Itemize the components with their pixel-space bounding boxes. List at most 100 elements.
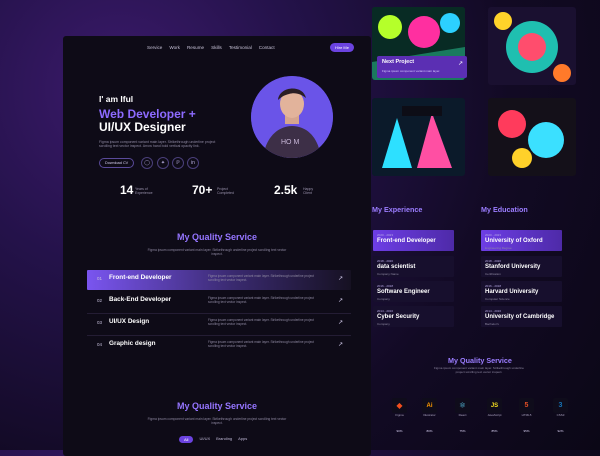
skill-percent: 95% [523, 429, 530, 433]
arrow-icon[interactable]: ↗ [338, 275, 343, 282]
hire-me-button[interactable]: Hire Me [329, 43, 354, 52]
education-item[interactable]: 2018 - 2020 Stanford University Certific… [481, 256, 562, 277]
experience-item[interactable]: 2018 - 2020 data scientist Company Name [373, 256, 454, 277]
hero-title-main: UI/UX Designer [99, 120, 186, 134]
portfolio-art-3[interactable] [372, 98, 465, 176]
service-row-graphic[interactable]: 04 Graphic design Figma ipsum component … [87, 336, 351, 356]
stat-years-label: Years of Experience [135, 187, 153, 196]
skill-percent: 85% [491, 429, 498, 433]
skill-percent: 75% [459, 429, 466, 433]
stat-clients-number: 2.5k [274, 183, 298, 197]
education-date: 2018 - 2020 [485, 259, 502, 263]
skill-illustrator[interactable]: Ai Illustrator [421, 398, 438, 420]
experience-date: 2014 - 2016 [377, 309, 394, 313]
nav-work[interactable]: Work [169, 45, 180, 50]
skill-percent: 92% [557, 429, 564, 433]
service-row-name: Graphic design [109, 340, 156, 347]
stat-clients-label: Happy Client [303, 187, 314, 196]
skill-react[interactable]: ⚛ React [454, 398, 471, 420]
service-row-text: Figma ipsum component variant main layer… [208, 274, 314, 282]
nav-resume[interactable]: Resume [187, 45, 204, 50]
nav-contact[interactable]: Contact [259, 45, 275, 50]
education-item[interactable]: 2020 - 2023 University of Oxford Enginee… [481, 230, 562, 251]
tab-apps[interactable]: Apps [238, 436, 247, 443]
css3-icon: 3 [558, 402, 563, 409]
service-row-name: Front-end Developer [109, 274, 172, 281]
figma-icon: ◆ [396, 401, 403, 410]
education-item[interactable]: 2014 - 2016 University of Cambridge Bach… [481, 306, 562, 327]
top-nav: Service Work Resume Skills Testimonial C… [147, 45, 275, 50]
tab-all[interactable]: All [179, 436, 194, 443]
education-school: University of Oxford [485, 238, 543, 244]
next-project-card[interactable]: Next Project Figma ipsum component varia… [377, 56, 467, 78]
experience-item[interactable]: 2016 - 2018 Software Engineer Company [373, 281, 454, 302]
skill-html5[interactable]: 5 HTML5 [518, 398, 535, 420]
pinterest-icon[interactable]: ℙ [172, 157, 184, 169]
nav-skills[interactable]: Skills [211, 45, 222, 50]
next-project-desc: Figma ipsum component variant main layer… [382, 69, 441, 73]
education-degree: Computer Science [485, 297, 510, 301]
education-degree: Engineering Degree [485, 246, 512, 250]
arrow-icon[interactable]: ↗ [338, 319, 343, 326]
hero-description: Figma ipsum component variant main layer… [99, 140, 216, 149]
stats-bar: 14 Years of Experience 70+ Project Complet… [63, 183, 371, 209]
nav-service[interactable]: Service [147, 45, 162, 50]
education-item[interactable]: 2016 - 2018 Harvard University Computer … [481, 281, 562, 302]
tab-branding[interactable]: Branding [216, 436, 232, 443]
skill-percent: 80% [426, 429, 433, 433]
portfolio-art-4[interactable] [488, 98, 576, 176]
skill-name: React [458, 413, 467, 417]
experience-place: Company [377, 297, 390, 301]
service-row-uiux[interactable]: 03 UI/UX Design Figma ipsum component va… [87, 314, 351, 334]
work-tabs: All UI/UX Branding Apps [179, 436, 247, 443]
service-row-text: Figma ipsum component variant main layer… [208, 296, 314, 304]
react-icon: ⚛ [458, 401, 467, 410]
education-date: 2016 - 2018 [485, 284, 502, 288]
skill-javascript[interactable]: JS JavaScript [486, 398, 503, 420]
hero-title-accent: Web Developer + [99, 107, 196, 121]
experience-date: 2018 - 2020 [377, 259, 394, 263]
experience-item[interactable]: 2020 - 2023 Front-end Developer [373, 230, 454, 251]
service-row-number: 04 [97, 342, 103, 347]
arrow-icon[interactable]: ↗ [458, 60, 463, 67]
download-cv-button[interactable]: Download CV [99, 158, 135, 168]
education-degree: Bachelor's [485, 322, 499, 326]
html5-icon: 5 [524, 402, 529, 409]
experience-role: data scientist [377, 264, 416, 270]
github-icon[interactable]: ◯ [141, 157, 153, 169]
arrow-icon[interactable]: ↗ [338, 297, 343, 304]
stat-projects-number: 70+ [192, 183, 213, 197]
stat-projects-label: Project Completed [217, 187, 234, 196]
service2-description: Figma ipsum component variant main layer… [147, 417, 287, 425]
service-row-text: Figma ipsum component variant main layer… [208, 318, 314, 326]
linkedin-icon[interactable]: in [187, 157, 199, 169]
service-row-backend[interactable]: 02 Back-End Developer Figma ipsum compon… [87, 292, 351, 312]
skill-css3[interactable]: 3 CSS3 [552, 398, 569, 420]
service-row-number: 01 [97, 276, 103, 281]
education-school: Harvard University [485, 289, 539, 295]
nav-testimonial[interactable]: Testimonial [229, 45, 252, 50]
skills-description: Figma ipsum component variant main layer… [434, 366, 524, 374]
education-date: 2020 - 2023 [485, 233, 502, 237]
experience-item[interactable]: 2014 - 2016 Cyber Security Company [373, 306, 454, 327]
experience-role: Front-end Developer [377, 238, 436, 244]
tab-uiux[interactable]: UI/UX [199, 436, 210, 443]
skill-figma[interactable]: ◆ Figma [391, 398, 408, 420]
stat-years-number: 14 [120, 183, 134, 197]
education-date: 2014 - 2016 [485, 309, 502, 313]
experience-date: 2016 - 2018 [377, 284, 394, 288]
skill-name: Figma [395, 413, 404, 417]
service2-title: My Quality Service [176, 401, 258, 411]
service-description: Figma ipsum component variant main layer… [147, 248, 287, 256]
illustrator-icon: Ai [426, 402, 433, 409]
education-school: University of Cambridge [485, 314, 555, 320]
profile-photo: HO M [251, 76, 333, 158]
skill-name: Illustrator [423, 413, 436, 417]
service-row-frontend[interactable]: 01 Front-end Developer Figma ipsum compo… [87, 270, 351, 290]
service-title: My Quality Service [176, 232, 258, 242]
arrow-icon[interactable]: ↗ [338, 341, 343, 348]
twitter-icon[interactable]: ✦ [157, 157, 169, 169]
portfolio-art-2[interactable] [488, 7, 576, 85]
service-row-name: Back-End Developer [109, 296, 172, 303]
service-row-text: Figma ipsum component variant main layer… [208, 340, 314, 348]
